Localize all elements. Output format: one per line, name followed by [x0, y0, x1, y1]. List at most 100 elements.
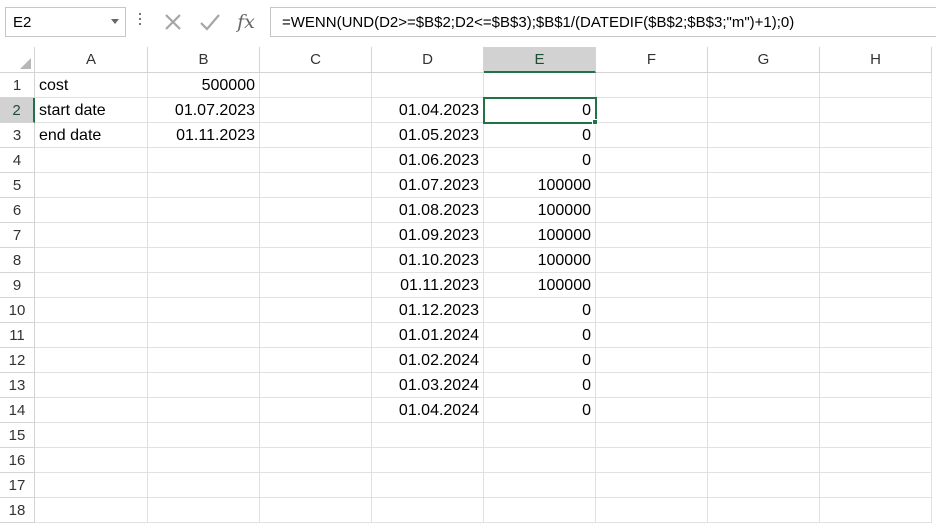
cell-b7[interactable]	[148, 223, 260, 248]
cell-e17[interactable]	[484, 473, 596, 498]
cell-c4[interactable]	[260, 148, 372, 173]
cell-e8[interactable]: 100000	[484, 248, 596, 273]
cell-a1[interactable]: cost	[35, 73, 148, 98]
cell-c5[interactable]	[260, 173, 372, 198]
cell-g1[interactable]	[708, 73, 820, 98]
cell-g12[interactable]	[708, 348, 820, 373]
cell-f11[interactable]	[596, 323, 708, 348]
cell-c2[interactable]	[260, 98, 372, 123]
cell-f13[interactable]	[596, 373, 708, 398]
cell-g18[interactable]	[708, 498, 820, 523]
cell-f16[interactable]	[596, 448, 708, 473]
cell-a15[interactable]	[35, 423, 148, 448]
cell-e18[interactable]	[484, 498, 596, 523]
cell-a2[interactable]: start date	[35, 98, 148, 123]
cell-h7[interactable]	[820, 223, 932, 248]
cell-g13[interactable]	[708, 373, 820, 398]
row-header-17[interactable]: 17	[0, 473, 35, 498]
cell-d17[interactable]	[372, 473, 484, 498]
cell-c16[interactable]	[260, 448, 372, 473]
name-box[interactable]: E2	[5, 7, 126, 37]
cell-b18[interactable]	[148, 498, 260, 523]
cell-b12[interactable]	[148, 348, 260, 373]
cell-h17[interactable]	[820, 473, 932, 498]
cell-d10[interactable]: 01.12.2023	[372, 298, 484, 323]
cell-c12[interactable]	[260, 348, 372, 373]
cell-e14[interactable]: 0	[484, 398, 596, 423]
cell-c11[interactable]	[260, 323, 372, 348]
formula-input[interactable]: =WENN(UND(D2>=$B$2;D2<=$B$3);$B$1/(DATED…	[270, 7, 936, 37]
cell-e12[interactable]: 0	[484, 348, 596, 373]
cell-d4[interactable]: 01.06.2023	[372, 148, 484, 173]
cell-c1[interactable]	[260, 73, 372, 98]
cell-e16[interactable]	[484, 448, 596, 473]
cell-e5[interactable]: 100000	[484, 173, 596, 198]
cell-c18[interactable]	[260, 498, 372, 523]
cell-g5[interactable]	[708, 173, 820, 198]
cell-g15[interactable]	[708, 423, 820, 448]
row-header-13[interactable]: 13	[0, 373, 35, 398]
cell-b14[interactable]	[148, 398, 260, 423]
cell-d1[interactable]	[372, 73, 484, 98]
cell-f1[interactable]	[596, 73, 708, 98]
cell-b2[interactable]: 01.07.2023	[148, 98, 260, 123]
cell-h14[interactable]	[820, 398, 932, 423]
row-header-7[interactable]: 7	[0, 223, 35, 248]
column-header-f[interactable]: F	[596, 47, 708, 73]
cell-b10[interactable]	[148, 298, 260, 323]
cell-b17[interactable]	[148, 473, 260, 498]
cell-h10[interactable]	[820, 298, 932, 323]
column-header-h[interactable]: H	[820, 47, 932, 73]
column-header-a[interactable]: A	[35, 47, 148, 73]
cell-g11[interactable]	[708, 323, 820, 348]
cell-e7[interactable]: 100000	[484, 223, 596, 248]
cell-f14[interactable]	[596, 398, 708, 423]
cell-h4[interactable]	[820, 148, 932, 173]
column-header-b[interactable]: B	[148, 47, 260, 73]
cell-g9[interactable]	[708, 273, 820, 298]
row-header-15[interactable]: 15	[0, 423, 35, 448]
cell-c7[interactable]	[260, 223, 372, 248]
row-header-11[interactable]: 11	[0, 323, 35, 348]
cell-d18[interactable]	[372, 498, 484, 523]
cell-d12[interactable]: 01.02.2024	[372, 348, 484, 373]
cell-d16[interactable]	[372, 448, 484, 473]
cell-h1[interactable]	[820, 73, 932, 98]
cell-c8[interactable]	[260, 248, 372, 273]
cell-f15[interactable]	[596, 423, 708, 448]
cell-d14[interactable]: 01.04.2024	[372, 398, 484, 423]
cell-g14[interactable]	[708, 398, 820, 423]
cell-e1[interactable]	[484, 73, 596, 98]
cell-h6[interactable]	[820, 198, 932, 223]
cell-g17[interactable]	[708, 473, 820, 498]
cell-h3[interactable]	[820, 123, 932, 148]
cell-a9[interactable]	[35, 273, 148, 298]
cell-f4[interactable]	[596, 148, 708, 173]
cell-b3[interactable]: 01.11.2023	[148, 123, 260, 148]
cell-a13[interactable]	[35, 373, 148, 398]
cell-f18[interactable]	[596, 498, 708, 523]
row-header-10[interactable]: 10	[0, 298, 35, 323]
row-header-18[interactable]: 18	[0, 498, 35, 523]
cell-b6[interactable]	[148, 198, 260, 223]
cancel-x-icon[interactable]	[160, 9, 186, 35]
cell-d3[interactable]: 01.05.2023	[372, 123, 484, 148]
cell-d15[interactable]	[372, 423, 484, 448]
cell-h18[interactable]	[820, 498, 932, 523]
cell-h13[interactable]	[820, 373, 932, 398]
cell-a7[interactable]	[35, 223, 148, 248]
cell-b11[interactable]	[148, 323, 260, 348]
cell-b5[interactable]	[148, 173, 260, 198]
cell-d7[interactable]: 01.09.2023	[372, 223, 484, 248]
cell-f12[interactable]	[596, 348, 708, 373]
cell-h12[interactable]	[820, 348, 932, 373]
cell-b4[interactable]	[148, 148, 260, 173]
cell-h5[interactable]	[820, 173, 932, 198]
column-header-c[interactable]: C	[260, 47, 372, 73]
cell-c15[interactable]	[260, 423, 372, 448]
cell-f10[interactable]	[596, 298, 708, 323]
cell-f7[interactable]	[596, 223, 708, 248]
cell-g10[interactable]	[708, 298, 820, 323]
cell-f6[interactable]	[596, 198, 708, 223]
cell-h9[interactable]	[820, 273, 932, 298]
